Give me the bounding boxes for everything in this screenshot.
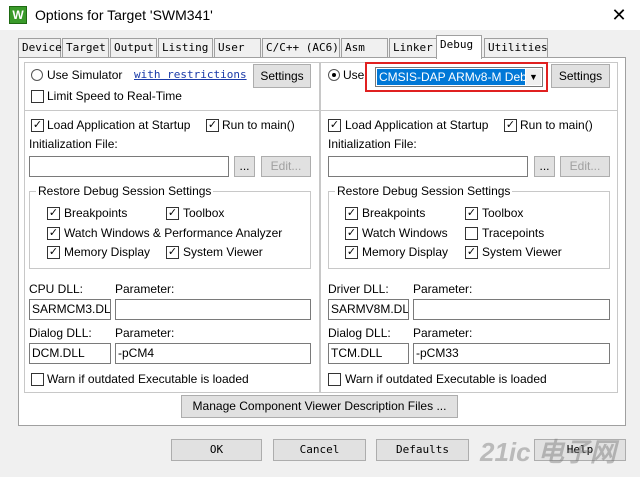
- driver-param-label: Parameter:: [413, 282, 473, 296]
- cpu-param-input[interactable]: [115, 299, 311, 320]
- dialog-param-label: Parameter:: [115, 326, 175, 340]
- right-memory-checkbox[interactable]: ✓: [345, 246, 358, 259]
- left-warn-label: Warn if outdated Executable is loaded: [47, 372, 249, 386]
- right-run-to-main-label: Run to main(): [520, 118, 593, 132]
- left-memory-label: Memory Display: [64, 245, 151, 259]
- right-dialog-dll-input[interactable]: TCM.DLL: [328, 343, 409, 364]
- tab-asm[interactable]: Asm: [341, 38, 388, 58]
- left-restore-title: Restore Debug Session Settings: [36, 184, 214, 198]
- options-dialog: W Options for Target 'SWM341' ✕ Device T…: [0, 0, 640, 477]
- tab-user[interactable]: User: [214, 38, 261, 58]
- tab-utilities[interactable]: Utilities: [484, 38, 548, 58]
- watermark: 21ic 电子网: [480, 437, 616, 467]
- driver-dll-input[interactable]: SARMV8M.DLL: [328, 299, 409, 320]
- left-run-to-main-checkbox[interactable]: ✓: [206, 119, 219, 132]
- right-breakpoints-label: Breakpoints: [362, 206, 426, 220]
- tab-c-cpp[interactable]: C/C++ (AC6): [262, 38, 340, 58]
- window-title: Options for Target 'SWM341': [35, 7, 213, 23]
- use-simulator-radio[interactable]: [31, 69, 43, 81]
- left-breakpoints-checkbox[interactable]: ✓: [47, 207, 60, 220]
- right-dialog-param-label: Parameter:: [413, 326, 473, 340]
- right-warn-label: Warn if outdated Executable is loaded: [345, 372, 547, 386]
- limit-speed-label: Limit Speed to Real-Time: [47, 89, 182, 103]
- keil-app-icon: W: [9, 6, 27, 24]
- left-watch-checkbox[interactable]: ✓: [47, 227, 60, 240]
- right-edit-button[interactable]: Edit...: [560, 156, 610, 177]
- right-breakpoints-checkbox[interactable]: ✓: [345, 207, 358, 220]
- right-dialog-param-input[interactable]: -pCM33: [413, 343, 610, 364]
- tab-linker[interactable]: Linker: [389, 38, 439, 58]
- right-system-viewer-checkbox[interactable]: ✓: [465, 246, 478, 259]
- right-memory-label: Memory Display: [362, 245, 449, 259]
- tab-target[interactable]: Target: [62, 38, 109, 58]
- left-watch-label: Watch Windows & Performance Analyzer: [64, 226, 283, 240]
- left-run-to-main-label: Run to main(): [222, 118, 295, 132]
- tab-device[interactable]: Device: [18, 38, 62, 58]
- left-load-app-label: Load Application at Startup: [47, 118, 191, 132]
- dialog-dll-label: Dialog DLL:: [29, 326, 92, 340]
- ok-button[interactable]: OK: [171, 439, 262, 461]
- left-memory-checkbox[interactable]: ✓: [47, 246, 60, 259]
- with-restrictions-link[interactable]: with restrictions: [134, 68, 247, 81]
- dialog-dll-input[interactable]: DCM.DLL: [29, 343, 111, 364]
- cancel-button[interactable]: Cancel: [273, 439, 366, 461]
- right-init-file-input[interactable]: [328, 156, 528, 177]
- divider: [320, 110, 618, 111]
- right-watch-checkbox[interactable]: ✓: [345, 227, 358, 240]
- close-icon[interactable]: ✕: [606, 3, 632, 27]
- right-tracepoints-label: Tracepoints: [482, 226, 545, 240]
- cpu-param-label: Parameter:: [115, 282, 175, 296]
- left-system-viewer-checkbox[interactable]: ✓: [166, 246, 179, 259]
- left-init-file-label: Initialization File:: [29, 137, 118, 151]
- right-warn-checkbox[interactable]: [328, 373, 341, 386]
- driver-dll-label: Driver DLL:: [328, 282, 389, 296]
- dialog-param-input[interactable]: -pCM4: [115, 343, 311, 364]
- right-toolbox-label: Toolbox: [482, 206, 524, 220]
- defaults-button[interactable]: Defaults: [376, 439, 469, 461]
- left-toolbox-label: Toolbox: [183, 206, 225, 220]
- cpu-dll-label: CPU DLL:: [29, 282, 84, 296]
- right-load-app-checkbox[interactable]: ✓: [328, 119, 341, 132]
- right-system-viewer-label: System Viewer: [482, 245, 562, 259]
- tab-listing[interactable]: Listing: [158, 38, 213, 58]
- use-label: Use:: [343, 68, 368, 82]
- use-simulator-label: Use Simulator: [47, 68, 123, 82]
- left-load-app-checkbox[interactable]: ✓: [31, 119, 44, 132]
- driver-param-input[interactable]: [413, 299, 610, 320]
- left-init-file-input[interactable]: [29, 156, 229, 177]
- manage-component-viewer-button[interactable]: Manage Component Viewer Description File…: [181, 395, 458, 418]
- right-init-file-label: Initialization File:: [328, 137, 417, 151]
- left-toolbox-checkbox[interactable]: ✓: [166, 207, 179, 220]
- title-bar: W Options for Target 'SWM341' ✕: [0, 0, 640, 30]
- divider: [24, 110, 320, 111]
- limit-speed-checkbox[interactable]: [31, 90, 44, 103]
- simulator-settings-button[interactable]: Settings: [253, 64, 311, 88]
- right-dialog-dll-label: Dialog DLL:: [328, 326, 391, 340]
- right-restore-title: Restore Debug Session Settings: [335, 184, 513, 198]
- left-breakpoints-label: Breakpoints: [64, 206, 128, 220]
- left-warn-checkbox[interactable]: [31, 373, 44, 386]
- cpu-dll-input[interactable]: SARMCM3.DLL: [29, 299, 111, 320]
- annotation-highlight-box: [365, 62, 548, 92]
- left-system-viewer-label: System Viewer: [183, 245, 263, 259]
- tab-output[interactable]: Output: [110, 38, 157, 58]
- right-browse-button[interactable]: ...: [534, 156, 555, 177]
- right-watch-label: Watch Windows: [362, 226, 448, 240]
- right-tracepoints-checkbox[interactable]: [465, 227, 478, 240]
- target-settings-button[interactable]: Settings: [551, 64, 610, 88]
- right-toolbox-checkbox[interactable]: ✓: [465, 207, 478, 220]
- right-run-to-main-checkbox[interactable]: ✓: [504, 119, 517, 132]
- tab-debug[interactable]: Debug: [436, 35, 482, 59]
- right-load-app-label: Load Application at Startup: [345, 118, 489, 132]
- use-target-radio[interactable]: [328, 69, 340, 81]
- left-browse-button[interactable]: ...: [234, 156, 255, 177]
- left-edit-button[interactable]: Edit...: [261, 156, 311, 177]
